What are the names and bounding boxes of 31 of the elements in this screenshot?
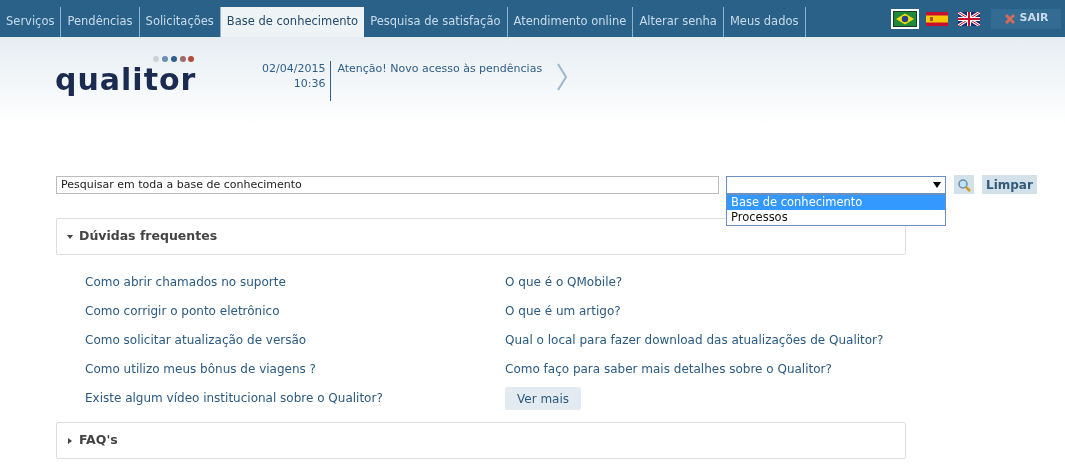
logout-button[interactable]: SAIR — [991, 8, 1061, 29]
scope-select[interactable] — [726, 175, 946, 194]
more-button[interactable]: Ver mais — [505, 387, 581, 410]
section-header[interactable]: FAQ's — [56, 422, 906, 459]
notice-date: 02/04/2015 — [262, 61, 326, 76]
language-button[interactable] — [891, 8, 919, 29]
notice-time: 10:36 — [293, 76, 326, 91]
spain-flag-icon — [926, 11, 948, 26]
faq-link[interactable]: Como solicitar atualização de versão — [85, 332, 505, 349]
faq-link[interactable]: O que é o QMobile? — [505, 274, 935, 291]
faq-link[interactable]: Como abrir chamados no suporte — [85, 274, 505, 291]
faq-link[interactable]: Como utilizo meus bônus de viagens ? — [85, 361, 505, 378]
faq-link[interactable]: Qual o local para fazer download das atualizações de Qualitor? — [505, 332, 935, 349]
caret-right-icon — [67, 437, 73, 444]
cross-icon — [1003, 12, 1016, 25]
search-button[interactable] — [954, 175, 974, 194]
faq-link[interactable]: Existe algum vídeo institucional sobre o Qualitor? — [85, 390, 505, 407]
logo: qualitor — [55, 62, 197, 97]
dots-icon — [152, 55, 194, 63]
search-field[interactable]: Pesquisar em toda a base de conhecimento — [56, 175, 719, 194]
notice-link[interactable]: Atenção! Novo acesso às pendências — [337, 61, 543, 78]
caret-down-icon — [67, 233, 73, 240]
caret-down-icon — [933, 181, 941, 188]
faq-link[interactable]: Como faço para saber mais detalhes sobre o Qualitor? — [505, 361, 935, 378]
uk-flag-icon — [958, 11, 980, 26]
clear-button[interactable]: Limpar — [982, 175, 1037, 194]
nav-tab[interactable]: Base de conhecimento — [220, 7, 365, 37]
brazil-flag-icon — [894, 11, 916, 26]
faq-link[interactable]: Como corrigir o ponto eletrônico — [85, 303, 505, 320]
faq-link[interactable]: O que é um artigo? — [505, 303, 935, 320]
magnifier-icon — [957, 177, 971, 192]
